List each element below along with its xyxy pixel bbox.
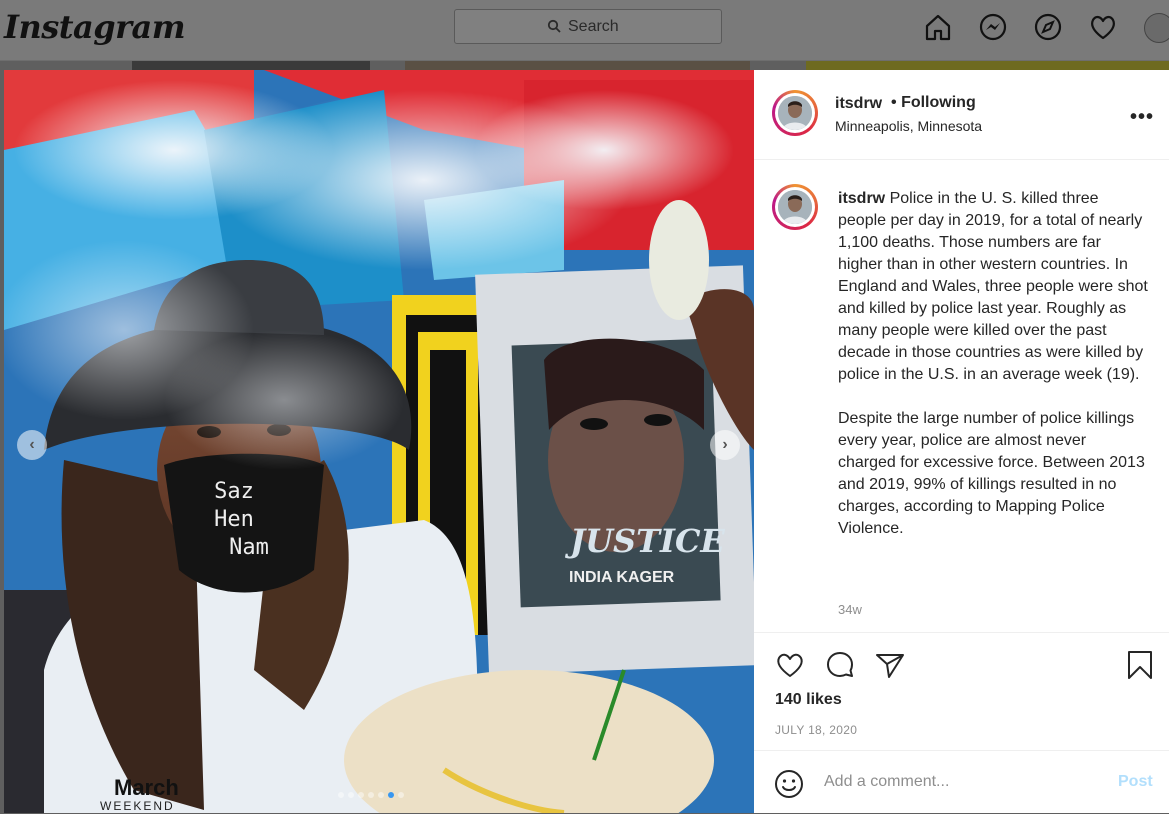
carousel-dot [338, 792, 344, 798]
svg-text:Nam: Nam [229, 535, 269, 560]
shirt-text: March [114, 775, 179, 800]
activity-heart-icon[interactable] [1088, 12, 1118, 42]
comment-icon[interactable] [824, 649, 856, 681]
post-header: itsdrw • Following Minneapolis, Minnesot… [754, 70, 1169, 160]
svg-text:WEEKEND: WEEKEND [100, 799, 175, 813]
caption-username[interactable]: itsdrw [838, 190, 885, 207]
like-count[interactable]: 140 likes [775, 691, 842, 709]
emoji-icon[interactable] [774, 769, 804, 799]
post-actions: 140 likes JULY 18, 2020 [754, 632, 1169, 751]
instagram-logo[interactable]: Instagram [4, 8, 186, 46]
messenger-icon[interactable] [978, 12, 1008, 42]
carousel-indicator [338, 792, 404, 798]
caption-time-ago[interactable]: 34w [838, 602, 862, 617]
search-placeholder: Search [568, 18, 619, 35]
carousel-dot [358, 792, 364, 798]
save-bookmark-icon[interactable] [1124, 649, 1156, 681]
home-icon[interactable] [923, 12, 953, 42]
author-avatar[interactable] [772, 90, 818, 136]
like-heart-icon[interactable] [774, 649, 806, 681]
caption-text: Despite the large number of police killi… [838, 410, 1145, 537]
sign-name: INDIA KAGER [569, 569, 675, 586]
post-comment-button[interactable]: Post [1118, 773, 1153, 791]
protest-photo-image: Saz Hen Nam March WEEKEND JUSTICE INDIA … [4, 70, 754, 813]
sign-title: JUSTICE [564, 522, 725, 560]
share-paper-plane-icon[interactable] [874, 649, 906, 681]
post-photo[interactable]: Saz Hen Nam March WEEKEND JUSTICE INDIA … [4, 70, 754, 813]
svg-text:Hen: Hen [214, 507, 254, 532]
search-icon [547, 19, 561, 33]
carousel-next-button[interactable]: › [710, 430, 740, 460]
more-options-icon[interactable]: ••• [1130, 106, 1154, 129]
chevron-right-icon: › [722, 436, 728, 453]
background-feed-strip [132, 61, 370, 70]
caption-author-avatar[interactable] [772, 184, 818, 230]
follow-status[interactable]: • Following [891, 94, 976, 112]
post-detail-panel: itsdrw • Following Minneapolis, Minnesot… [754, 70, 1169, 813]
background-feed-strip [806, 61, 1169, 70]
background-feed-strip [405, 61, 750, 70]
chevron-left-icon: ‹ [29, 436, 35, 453]
caption-text: Police in the U. S. killed three people … [838, 190, 1148, 383]
carousel-dot [348, 792, 354, 798]
explore-icon[interactable] [1033, 12, 1063, 42]
carousel-dot [388, 792, 394, 798]
search-input[interactable]: Search [454, 9, 722, 44]
mask-text: Saz [214, 479, 254, 504]
carousel-prev-button[interactable]: ‹ [17, 430, 47, 460]
comment-input[interactable]: Add a comment... [824, 773, 949, 791]
carousel-dot [378, 792, 384, 798]
comment-bar: Add a comment... Post [754, 750, 1169, 814]
carousel-dot [368, 792, 374, 798]
top-nav: Instagram Search [0, 0, 1169, 61]
profile-avatar[interactable] [1144, 13, 1169, 43]
post-date[interactable]: JULY 18, 2020 [775, 723, 857, 737]
author-username[interactable]: itsdrw [835, 95, 882, 113]
post-caption: itsdrw Police in the U. S. killed three … [838, 188, 1148, 562]
carousel-dot [398, 792, 404, 798]
post-location[interactable]: Minneapolis, Minnesota [835, 118, 982, 134]
